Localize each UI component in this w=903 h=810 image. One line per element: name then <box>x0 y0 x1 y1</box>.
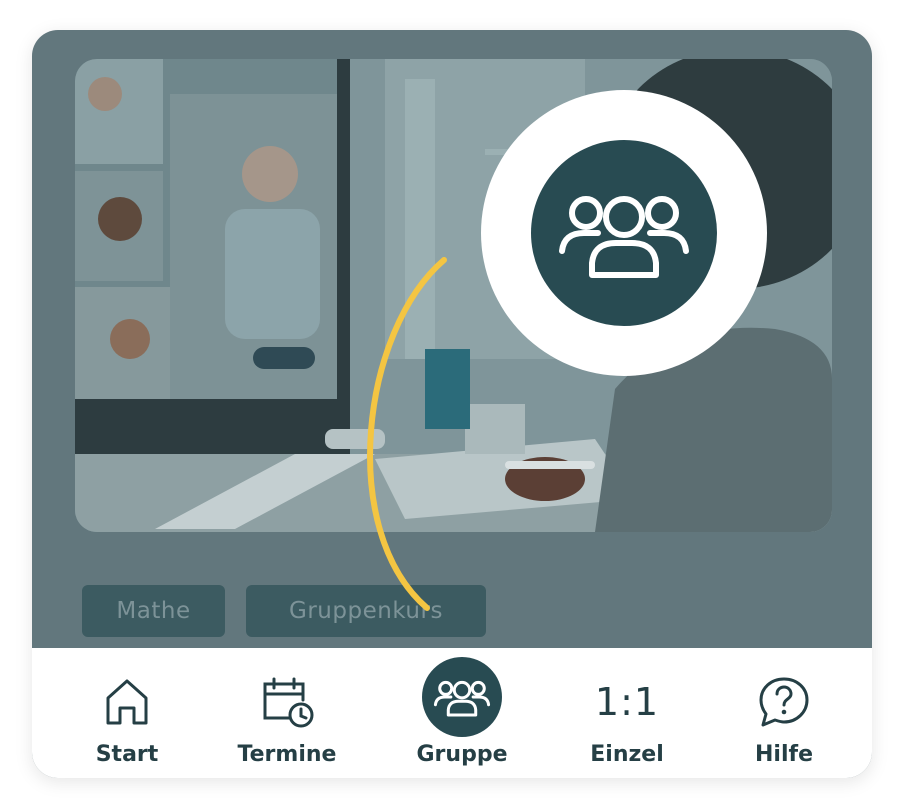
nav-item-gruppe[interactable]: Gruppe <box>387 648 537 778</box>
nav-item-einzel[interactable]: 1:1 Einzel <box>552 648 702 778</box>
nav-label-hilfe: Hilfe <box>755 742 813 767</box>
nav-label-start: Start <box>95 742 159 767</box>
nav-item-termine[interactable]: Termine <box>212 648 362 778</box>
nav-label-gruppe: Gruppe <box>416 742 508 767</box>
nav-label-einzel: Einzel <box>590 742 664 767</box>
active-indicator <box>422 657 502 737</box>
group-spotlight <box>481 90 767 376</box>
course-card: Mathe Gruppenkurs Start Termine Gruppe 1… <box>32 30 872 778</box>
group-spotlight-badge <box>531 140 717 326</box>
group-icon <box>559 196 689 278</box>
home-icon <box>106 679 148 725</box>
help-bubble-icon <box>759 677 809 727</box>
subject-tag: Mathe <box>82 585 225 637</box>
nav-item-hilfe[interactable]: Hilfe <box>709 648 859 778</box>
bottom-nav: Start Termine Gruppe 1:1 Einzel Hilfe <box>32 648 872 778</box>
calendar-clock-icon <box>263 677 314 728</box>
nav-label-termine: Termine <box>237 742 337 767</box>
nav-item-start[interactable]: Start <box>52 648 202 778</box>
one-to-one-icon: 1:1 <box>594 680 660 724</box>
course-type-tag: Gruppenkurs <box>246 585 486 637</box>
group-icon <box>433 680 491 717</box>
